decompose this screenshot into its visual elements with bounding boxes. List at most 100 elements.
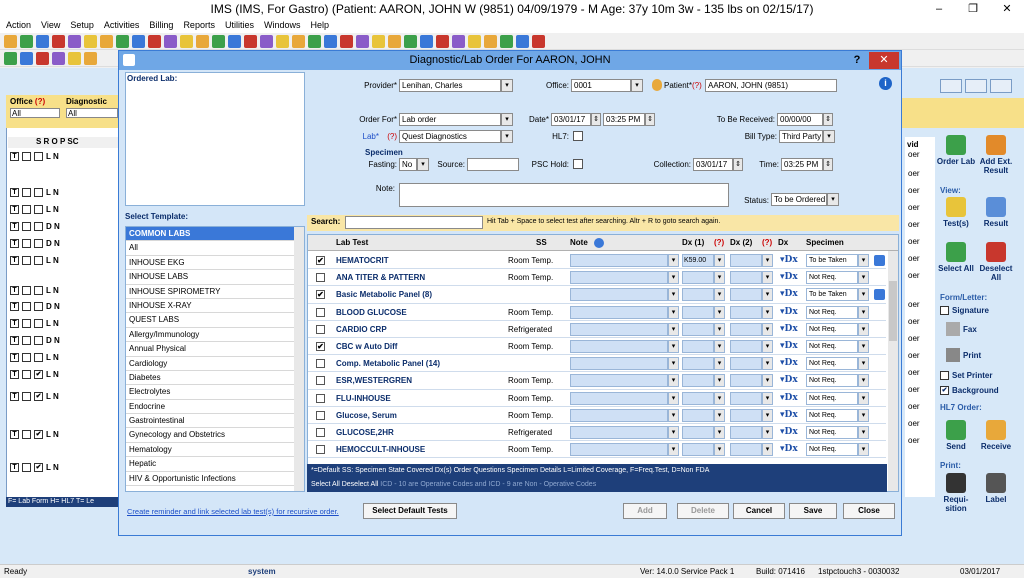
toolbar-icon[interactable] xyxy=(516,34,529,48)
lab-help-link[interactable]: (?) xyxy=(381,132,397,141)
specimen-select[interactable]: Not Req. xyxy=(806,443,858,457)
background-row[interactable]: T ✔ L N xyxy=(10,428,59,440)
row-checkbox[interactable] xyxy=(22,318,31,328)
specimen-select[interactable]: Not Req. xyxy=(806,374,858,388)
order-lab-button[interactable]: Order Lab xyxy=(936,135,976,166)
template-item[interactable]: HIV & Opportunistic Infections xyxy=(126,472,304,487)
collection-time-field[interactable]: 03:25 PM xyxy=(781,158,823,171)
template-item[interactable]: Cardiology xyxy=(126,357,304,371)
toolbar-icon[interactable] xyxy=(324,34,337,48)
menu-billing[interactable]: Billing xyxy=(149,18,173,33)
note-dropdown[interactable]: ▾ xyxy=(668,271,679,285)
note-input[interactable] xyxy=(570,340,668,353)
toolbar-icon[interactable] xyxy=(36,34,49,48)
background-row[interactable]: TL N xyxy=(10,254,59,266)
dx2-input[interactable] xyxy=(730,408,762,422)
office-filter-input[interactable]: All xyxy=(10,108,60,118)
lab-test-row[interactable]: ANA TITER & PATTERN Room Temp. ▾ ▾ ▾ ▾Dx Not R… xyxy=(308,269,886,287)
row-checkbox[interactable] xyxy=(34,187,43,197)
bill-type-dropdown[interactable]: ▾ xyxy=(823,130,835,143)
dx2-dropdown[interactable]: ▾ xyxy=(762,426,773,439)
toolbar-icon[interactable] xyxy=(100,34,113,48)
grid-scrollbar[interactable] xyxy=(888,251,898,491)
row-checkbox[interactable] xyxy=(34,285,43,295)
fasting-field[interactable]: No xyxy=(399,158,417,171)
toolbar-icon[interactable] xyxy=(500,34,513,48)
note-input[interactable] xyxy=(570,391,668,405)
row-checkbox[interactable] xyxy=(22,151,31,161)
dialog-help-button[interactable]: ? xyxy=(847,51,867,70)
template-item[interactable]: QUEST LABS xyxy=(126,313,304,328)
row-checkbox[interactable] xyxy=(34,238,43,248)
note-dropdown[interactable]: ▾ xyxy=(668,305,679,319)
lab-test-row[interactable]: ✔ CBC w Auto Diff Room Temp. ▾ ▾ ▾ ▾Dx Not Req.… xyxy=(308,338,886,356)
add-note-icon[interactable] xyxy=(594,238,604,248)
specimen-select[interactable]: Not Req. xyxy=(806,426,858,439)
child-minimize-button[interactable] xyxy=(940,79,962,93)
row-checkbox[interactable] xyxy=(22,301,31,311)
dx1-dropdown[interactable]: ▾ xyxy=(714,340,725,353)
dx1-input[interactable] xyxy=(682,322,714,336)
note-dropdown[interactable]: ▾ xyxy=(668,254,679,267)
restore-button[interactable]: ❐ xyxy=(956,0,990,18)
office-dropdown[interactable]: ▾ xyxy=(631,79,643,92)
date-field[interactable]: 03/01/17 xyxy=(551,113,591,126)
note-dropdown[interactable]: ▾ xyxy=(668,322,679,336)
template-item[interactable]: Endocrine xyxy=(126,400,304,415)
save-button[interactable]: Save xyxy=(789,503,837,519)
test-checkbox[interactable] xyxy=(316,376,325,386)
template-scrollbar[interactable] xyxy=(294,227,304,491)
note-input[interactable] xyxy=(570,357,668,371)
row-checkbox[interactable]: ✔ xyxy=(34,429,43,439)
provider-dropdown[interactable]: ▾ xyxy=(501,79,513,92)
toolbar-icon[interactable] xyxy=(68,51,81,65)
template-item[interactable]: COMMON LABS xyxy=(126,227,304,242)
set-printer-checkbox-box[interactable] xyxy=(940,371,949,380)
col-dx1[interactable]: Dx (1) xyxy=(682,238,704,247)
deselect-all-button[interactable]: Deselect All xyxy=(976,242,1016,282)
row-checkbox[interactable] xyxy=(22,187,31,197)
lab-test-row[interactable]: Glucose, Serum Room Temp. ▾ ▾ ▾ ▾Dx Not Req. ▾ xyxy=(308,407,886,424)
row-checkbox[interactable] xyxy=(22,255,31,265)
toolbar-icon[interactable] xyxy=(196,34,209,48)
row-checkbox[interactable] xyxy=(34,352,43,362)
view-tests-button[interactable]: Test(s) xyxy=(936,197,976,228)
note-dropdown[interactable]: ▾ xyxy=(668,391,679,405)
test-checkbox[interactable] xyxy=(316,410,325,420)
toolbar-icon[interactable] xyxy=(52,34,65,48)
dx2-input[interactable] xyxy=(730,288,762,302)
specimen-dropdown[interactable]: ▾ xyxy=(858,443,869,457)
row-checkbox[interactable] xyxy=(22,285,31,295)
dx1-dropdown[interactable]: ▾ xyxy=(714,322,725,336)
dx2-dropdown[interactable]: ▾ xyxy=(762,288,773,302)
toolbar-icon[interactable] xyxy=(36,51,49,65)
template-item[interactable]: Annual Physical xyxy=(126,342,304,357)
delete-button[interactable]: Delete xyxy=(677,503,729,519)
menu-activities[interactable]: Activities xyxy=(104,18,140,33)
specimen-dropdown[interactable]: ▾ xyxy=(858,391,869,405)
template-item[interactable]: Gastrointestinal xyxy=(126,414,304,429)
fasting-dropdown[interactable]: ▾ xyxy=(417,158,429,171)
row-checkbox[interactable] xyxy=(22,429,31,439)
menu-action[interactable]: Action xyxy=(6,18,31,33)
menu-help[interactable]: Help xyxy=(310,18,329,33)
col-dx1-help[interactable]: (?) xyxy=(714,238,724,247)
status-dropdown[interactable]: ▾ xyxy=(827,193,839,206)
note-input[interactable] xyxy=(570,426,668,439)
lab-test-row[interactable]: Comp. Metabolic Panel (14) ▾ ▾ ▾ ▾Dx Not Req.… xyxy=(308,355,886,373)
toolbar-icon[interactable] xyxy=(228,34,241,48)
ordered-lab-list[interactable] xyxy=(125,72,305,206)
note-input[interactable] xyxy=(570,271,668,285)
specimen-select[interactable]: Not Req. xyxy=(806,340,858,353)
source-field[interactable] xyxy=(467,158,519,171)
toolbar-icon[interactable] xyxy=(340,34,353,48)
status-field[interactable]: To be Ordered xyxy=(771,193,827,206)
dx1-dropdown[interactable]: ▾ xyxy=(714,305,725,319)
order-for-field[interactable]: Lab order xyxy=(399,113,501,126)
dx1-dropdown[interactable]: ▾ xyxy=(714,288,725,302)
send-button[interactable]: Send xyxy=(936,420,976,451)
toolbar-icon[interactable] xyxy=(4,34,17,48)
background-row[interactable]: T ✔ L N xyxy=(10,461,59,473)
note-dropdown[interactable]: ▾ xyxy=(668,288,679,302)
dx2-input[interactable] xyxy=(730,340,762,353)
